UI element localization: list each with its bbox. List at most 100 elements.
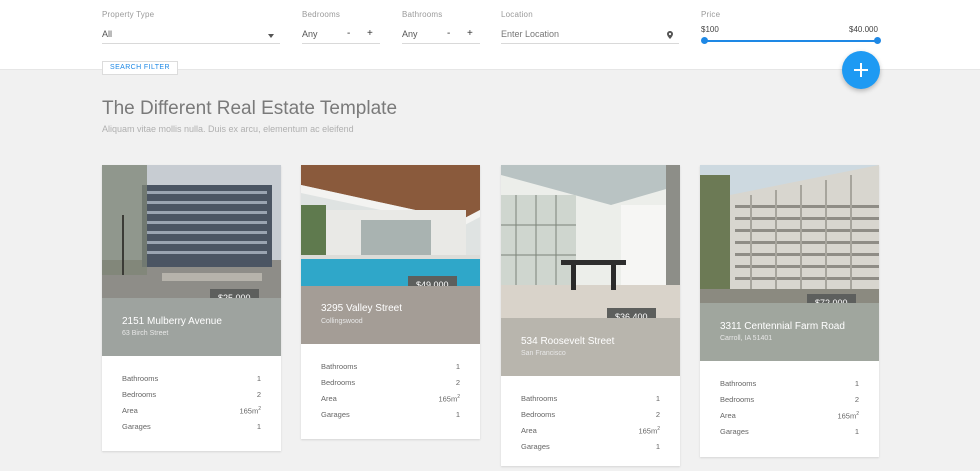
listing-street: 2151 Mulberry Avenue: [122, 316, 222, 327]
bedrooms-label: Bedrooms: [302, 10, 341, 19]
spec-area: Area 165m2: [321, 394, 460, 410]
spec-label: Area: [122, 406, 138, 415]
listing-card[interactable]: $36.400 534 Roosevelt Street San Francis…: [501, 165, 680, 466]
page-subtitle: Aliquam vitae mollis nulla. Duis ex arcu…: [102, 124, 354, 134]
bathrooms-minus-button[interactable]: -: [447, 28, 450, 39]
property-type-field: Property Type All: [102, 10, 280, 44]
spec-area: Area 165m2: [521, 426, 660, 442]
spec-label: Bathrooms: [521, 394, 558, 403]
bathrooms-label: Bathrooms: [402, 10, 443, 19]
price-slider-min-handle[interactable]: [701, 37, 708, 44]
spec-bedrooms: Bedrooms 2: [521, 410, 660, 426]
spec-garages: Garages 1: [521, 442, 660, 458]
property-type-select[interactable]: All: [102, 28, 280, 44]
listing-info-band: 3311 Centennial Farm Road Carroll, IA 51…: [700, 303, 879, 361]
spec-value: 1: [655, 442, 660, 451]
listing-city: Carroll, IA 51401: [720, 335, 773, 342]
price-min-value: $100: [701, 25, 719, 34]
property-photo: [700, 165, 879, 303]
spec-label: Bedrooms: [122, 390, 157, 399]
bedrooms-plus-button[interactable]: +: [367, 28, 373, 39]
spec-value: 165m2: [239, 406, 261, 416]
spec-bathrooms: Bathrooms 1: [321, 362, 460, 378]
spec-label: Garages: [521, 442, 550, 451]
location-input[interactable]: Enter Location: [501, 28, 679, 44]
bathrooms-field: Bathrooms Any - +: [402, 10, 480, 44]
spec-value: 1: [455, 362, 460, 371]
listing-city: 63 Birch Street: [122, 330, 169, 337]
spec-value: 1: [854, 379, 859, 388]
area-number: 165m: [438, 394, 458, 404]
spec-garages: Garages 1: [720, 427, 859, 443]
area-unit: 2: [856, 411, 859, 417]
listing-info-band: 534 Roosevelt Street San Francisco: [501, 318, 680, 376]
area-unit: 2: [457, 394, 460, 400]
listing-card[interactable]: $25.000 2151 Mulberry Avenue 63 Birch St…: [102, 165, 281, 451]
spec-label: Bathrooms: [321, 362, 358, 371]
listing-street: 534 Roosevelt Street: [521, 336, 615, 347]
spec-label: Garages: [122, 422, 151, 431]
spec-value: 1: [256, 422, 261, 431]
spec-value: 2: [256, 390, 261, 399]
spec-label: Bathrooms: [720, 379, 757, 388]
area-number: 165m: [837, 411, 857, 421]
spec-garages: Garages 1: [122, 422, 261, 438]
spec-label: Bedrooms: [321, 378, 356, 387]
listing-info-band: 2151 Mulberry Avenue 63 Birch Street: [102, 298, 281, 356]
area-unit: 2: [657, 426, 660, 432]
spec-label: Area: [521, 426, 537, 435]
price-max-value: $40.000: [849, 25, 878, 34]
listing-specs: Bathrooms 1 Bedrooms 2 Area 165m2 Garages 1: [521, 394, 660, 458]
spec-value: 1: [455, 410, 460, 419]
spec-label: Area: [321, 394, 337, 403]
price-slider-track[interactable]: [704, 40, 878, 42]
listing-specs: Bathrooms 1 Bedrooms 2 Area 165m2 Garages 1: [122, 374, 261, 438]
listing-card[interactable]: $49.000 3295 Valley Street Collingswood …: [301, 165, 480, 439]
property-type-label: Property Type: [102, 10, 155, 19]
spec-bedrooms: Bedrooms 2: [720, 395, 859, 411]
property-photo: [102, 165, 281, 298]
spec-value: 165m2: [837, 411, 859, 421]
spec-label: Bedrooms: [521, 410, 556, 419]
spec-area: Area 165m2: [122, 406, 261, 422]
property-photo: [301, 165, 480, 286]
spec-value: 2: [455, 378, 460, 387]
search-filter-button[interactable]: SEARCH FILTER: [102, 61, 178, 75]
spec-bedrooms: Bedrooms 2: [321, 378, 460, 394]
listing-street: 3311 Centennial Farm Road: [720, 321, 845, 332]
listing-info-band: 3295 Valley Street Collingswood: [301, 286, 480, 344]
location-label: Location: [501, 10, 533, 19]
spec-value: 165m2: [638, 426, 660, 436]
price-slider-max-handle[interactable]: [874, 37, 881, 44]
spec-value: 1: [854, 427, 859, 436]
listing-card[interactable]: $72.000 3311 Centennial Farm Road Carrol…: [700, 165, 879, 457]
location-placeholder: Enter Location: [501, 29, 560, 39]
spec-value: 1: [655, 394, 660, 403]
price-field: Price: [701, 10, 880, 19]
map-pin-icon: [667, 31, 673, 39]
bedrooms-value: Any: [302, 29, 318, 39]
bedrooms-minus-button[interactable]: -: [347, 28, 350, 39]
listing-city: San Francisco: [521, 350, 566, 357]
bedrooms-stepper[interactable]: Any - +: [302, 28, 380, 44]
spec-label: Bathrooms: [122, 374, 159, 383]
spec-area: Area 165m2: [720, 411, 859, 427]
area-number: 165m: [239, 406, 259, 416]
bathrooms-stepper[interactable]: Any - +: [402, 28, 480, 44]
listing-street: 3295 Valley Street: [321, 303, 402, 314]
spec-bathrooms: Bathrooms 1: [521, 394, 660, 410]
spec-garages: Garages 1: [321, 410, 460, 426]
spec-label: Area: [720, 411, 736, 420]
spec-bathrooms: Bathrooms 1: [720, 379, 859, 395]
add-button[interactable]: [842, 51, 880, 89]
property-type-value: All: [102, 29, 113, 39]
spec-bedrooms: Bedrooms 2: [122, 390, 261, 406]
spec-label: Bedrooms: [720, 395, 755, 404]
spec-label: Garages: [720, 427, 749, 436]
spec-value: 2: [854, 395, 859, 404]
spec-value: 165m2: [438, 394, 460, 404]
bathrooms-plus-button[interactable]: +: [467, 28, 473, 39]
chevron-down-icon: [268, 34, 274, 38]
area-number: 165m: [638, 426, 658, 436]
area-unit: 2: [258, 406, 261, 412]
